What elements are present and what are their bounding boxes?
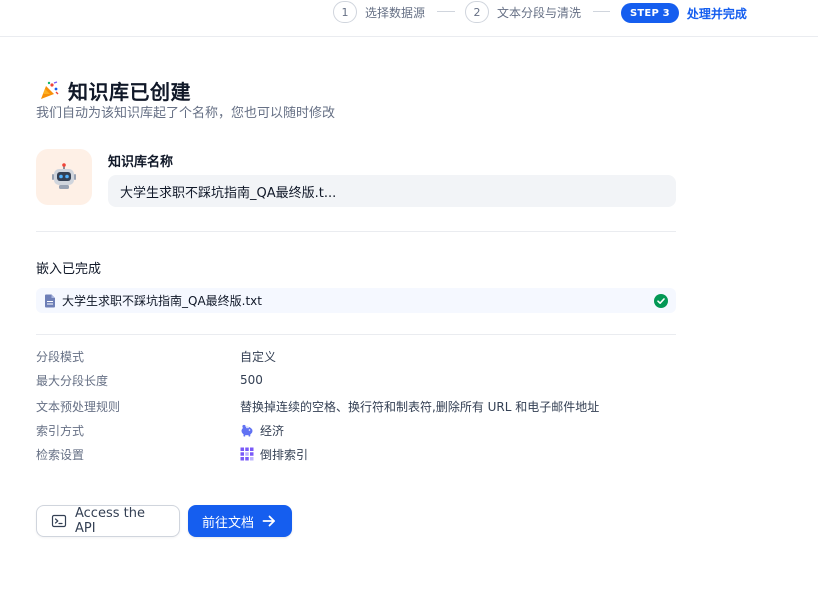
index-mode-value: 经济	[260, 423, 285, 438]
stepper: 1 选择数据源 2 文本分段与清洗 STEP 3 处理并完成	[0, 0, 818, 37]
info-row-preprocess-rules: 文本预处理规则 替换掉连续的空格、换行符和制表符,删除所有 URL 和电子邮件地…	[36, 397, 599, 415]
step-2-number: 2	[465, 1, 489, 23]
embedded-file-name: 大学生求职不踩坑指南_QA最终版.txt	[62, 294, 262, 308]
access-api-label: Access the API	[75, 506, 145, 536]
step-2: 2 文本分段与清洗	[465, 0, 581, 24]
step-1-label: 选择数据源	[365, 5, 426, 20]
robot-icon	[49, 162, 79, 192]
info-row-retrieval-setting: 检索设置 倒排索引	[36, 445, 308, 463]
info-row-index-mode: 索引方式 经济	[36, 421, 284, 439]
embedded-file-row: 大学生求职不踩坑指南_QA最终版.txt	[36, 288, 676, 313]
page-header: 知识库已创建	[36, 76, 191, 105]
divider	[36, 334, 676, 335]
piggy-bank-icon	[240, 423, 254, 437]
retrieval-setting-value: 倒排索引	[260, 447, 309, 462]
go-to-documents-label: 前往文档	[202, 515, 255, 531]
page-subtitle: 我们自动为该知识库起了个名称，您也可以随时修改	[36, 106, 336, 121]
page-title: 知识库已创建	[68, 80, 191, 104]
step-1: 1 选择数据源	[333, 0, 425, 24]
info-key: 检索设置	[36, 447, 85, 462]
info-key: 文本预处理规则	[36, 399, 121, 414]
info-key: 分段模式	[36, 349, 85, 364]
step-2-label: 文本分段与清洗	[497, 5, 582, 20]
info-key: 最大分段长度	[36, 373, 109, 388]
document-icon	[44, 294, 56, 308]
info-value: 经济	[240, 422, 284, 439]
kb-name-label: 知识库名称	[108, 155, 174, 170]
info-value: 自定义	[240, 349, 277, 364]
go-to-documents-button[interactable]: 前往文档	[188, 505, 292, 537]
step-connector	[593, 11, 610, 12]
step-1-number: 1	[333, 1, 357, 23]
terminal-icon	[51, 513, 67, 529]
step-3-badge: STEP 3	[621, 3, 679, 23]
info-value: 倒排索引	[240, 446, 308, 463]
info-key: 索引方式	[36, 423, 85, 438]
grid-icon	[240, 447, 254, 461]
info-value: 500	[240, 373, 263, 387]
kb-name-input[interactable]	[108, 175, 676, 207]
divider	[36, 231, 676, 232]
embedding-status-title: 嵌入已完成	[36, 262, 102, 277]
check-circle-icon	[654, 293, 668, 308]
info-row-max-length: 最大分段长度 500	[36, 371, 263, 389]
step-connector	[437, 11, 455, 12]
step-3-active: STEP 3 处理并完成	[621, 1, 747, 25]
party-popper-icon	[36, 79, 62, 103]
info-value: 替换掉连续的空格、换行符和制表符,删除所有 URL 和电子邮件地址	[240, 399, 600, 414]
step-3-label: 处理并完成	[686, 6, 747, 21]
kb-avatar[interactable]	[36, 149, 92, 205]
info-row-segment-mode: 分段模式 自定义	[36, 347, 276, 365]
arrow-right-icon	[262, 514, 276, 528]
access-api-button[interactable]: Access the API	[36, 505, 180, 537]
